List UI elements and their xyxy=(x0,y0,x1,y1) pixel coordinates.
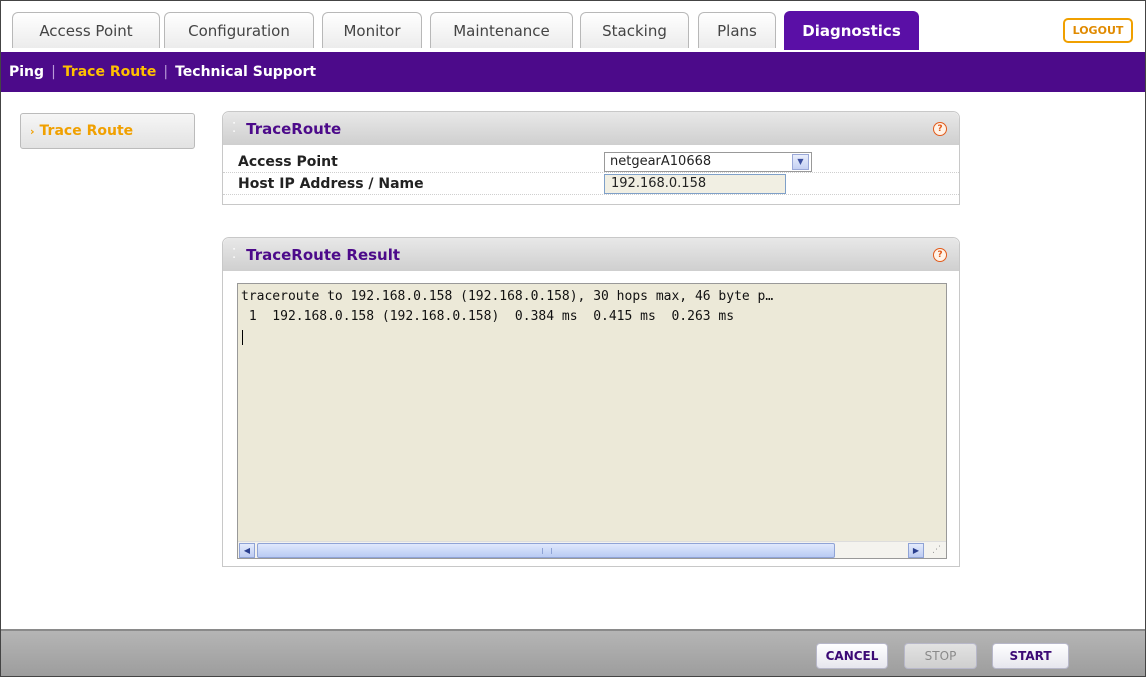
result-text: traceroute to 192.168.0.158 (192.168.0.1… xyxy=(241,289,774,324)
subnav-separator: | xyxy=(51,64,56,80)
access-point-select[interactable]: netgearA10668 ▼ xyxy=(604,152,812,172)
sidebar-item-trace-route[interactable]: › Trace Route xyxy=(20,113,195,149)
stop-button[interactable]: STOP xyxy=(904,643,977,669)
footer-bar: CANCEL STOP START xyxy=(1,629,1145,676)
subnav-separator: | xyxy=(163,64,169,80)
drag-handle-icon: ⁚ xyxy=(232,247,237,262)
tab-monitor[interactable]: Monitor xyxy=(322,12,422,48)
tab-access-point[interactable]: Access Point xyxy=(12,12,160,48)
start-button[interactable]: START xyxy=(992,643,1069,669)
app-frame: Access Point Configuration Monitor Maint… xyxy=(0,0,1146,677)
panel-title: TraceRoute Result xyxy=(246,245,401,264)
access-point-label: Access Point xyxy=(238,154,338,170)
logout-button[interactable]: LOGOUT xyxy=(1063,18,1133,43)
tab-maintenance[interactable]: Maintenance xyxy=(430,12,573,48)
resize-grip-icon[interactable]: ⋰ xyxy=(932,544,944,556)
cancel-button[interactable]: CANCEL xyxy=(816,643,888,669)
result-body: traceroute to 192.168.0.158 (192.168.0.1… xyxy=(223,271,959,571)
access-point-row: Access Point netgearA10668 ▼ xyxy=(223,151,959,173)
subnav-ping[interactable]: Ping xyxy=(9,64,44,80)
chevron-right-icon: › xyxy=(30,124,35,138)
panel-header: ⁚ TraceRoute ? xyxy=(223,112,959,145)
traceroute-result-panel: ⁚ TraceRoute Result ? traceroute to 192.… xyxy=(222,237,960,567)
drag-handle-icon: ⁚ xyxy=(232,121,237,136)
tab-diagnostics[interactable]: Diagnostics xyxy=(784,11,919,50)
subnav-trace-route[interactable]: Trace Route xyxy=(63,64,157,80)
horizontal-scrollbar[interactable]: ◀ ▶ ⋰ xyxy=(238,541,946,558)
tab-configuration[interactable]: Configuration xyxy=(164,12,314,48)
host-label: Host IP Address / Name xyxy=(238,176,424,192)
main-tab-bar: Access Point Configuration Monitor Maint… xyxy=(1,1,1145,53)
host-row: Host IP Address / Name 192.168.0.158 xyxy=(223,173,959,195)
scrollbar-thumb[interactable] xyxy=(257,543,835,558)
sidebar-item-label: Trace Route xyxy=(39,123,134,139)
tab-plans[interactable]: Plans xyxy=(698,12,776,48)
panel-title: TraceRoute xyxy=(246,119,342,138)
host-ip-input[interactable]: 192.168.0.158 xyxy=(604,174,786,194)
subnav-technical-support[interactable]: Technical Support xyxy=(175,64,316,80)
sub-navigation: Ping | Trace Route | Technical Support xyxy=(1,52,1145,92)
scroll-left-icon[interactable]: ◀ xyxy=(239,543,255,558)
traceroute-panel: ⁚ TraceRoute ? Access Point netgearA1066… xyxy=(222,111,960,205)
access-point-value: netgearA10668 xyxy=(610,154,712,169)
chevron-down-icon[interactable]: ▼ xyxy=(792,154,809,170)
tab-stacking[interactable]: Stacking xyxy=(580,12,689,48)
help-icon[interactable]: ? xyxy=(933,122,947,136)
scroll-right-icon[interactable]: ▶ xyxy=(908,543,924,558)
help-icon[interactable]: ? xyxy=(933,248,947,262)
panel-header: ⁚ TraceRoute Result ? xyxy=(223,238,959,271)
text-caret xyxy=(242,330,243,345)
result-textarea[interactable]: traceroute to 192.168.0.158 (192.168.0.1… xyxy=(237,283,947,559)
